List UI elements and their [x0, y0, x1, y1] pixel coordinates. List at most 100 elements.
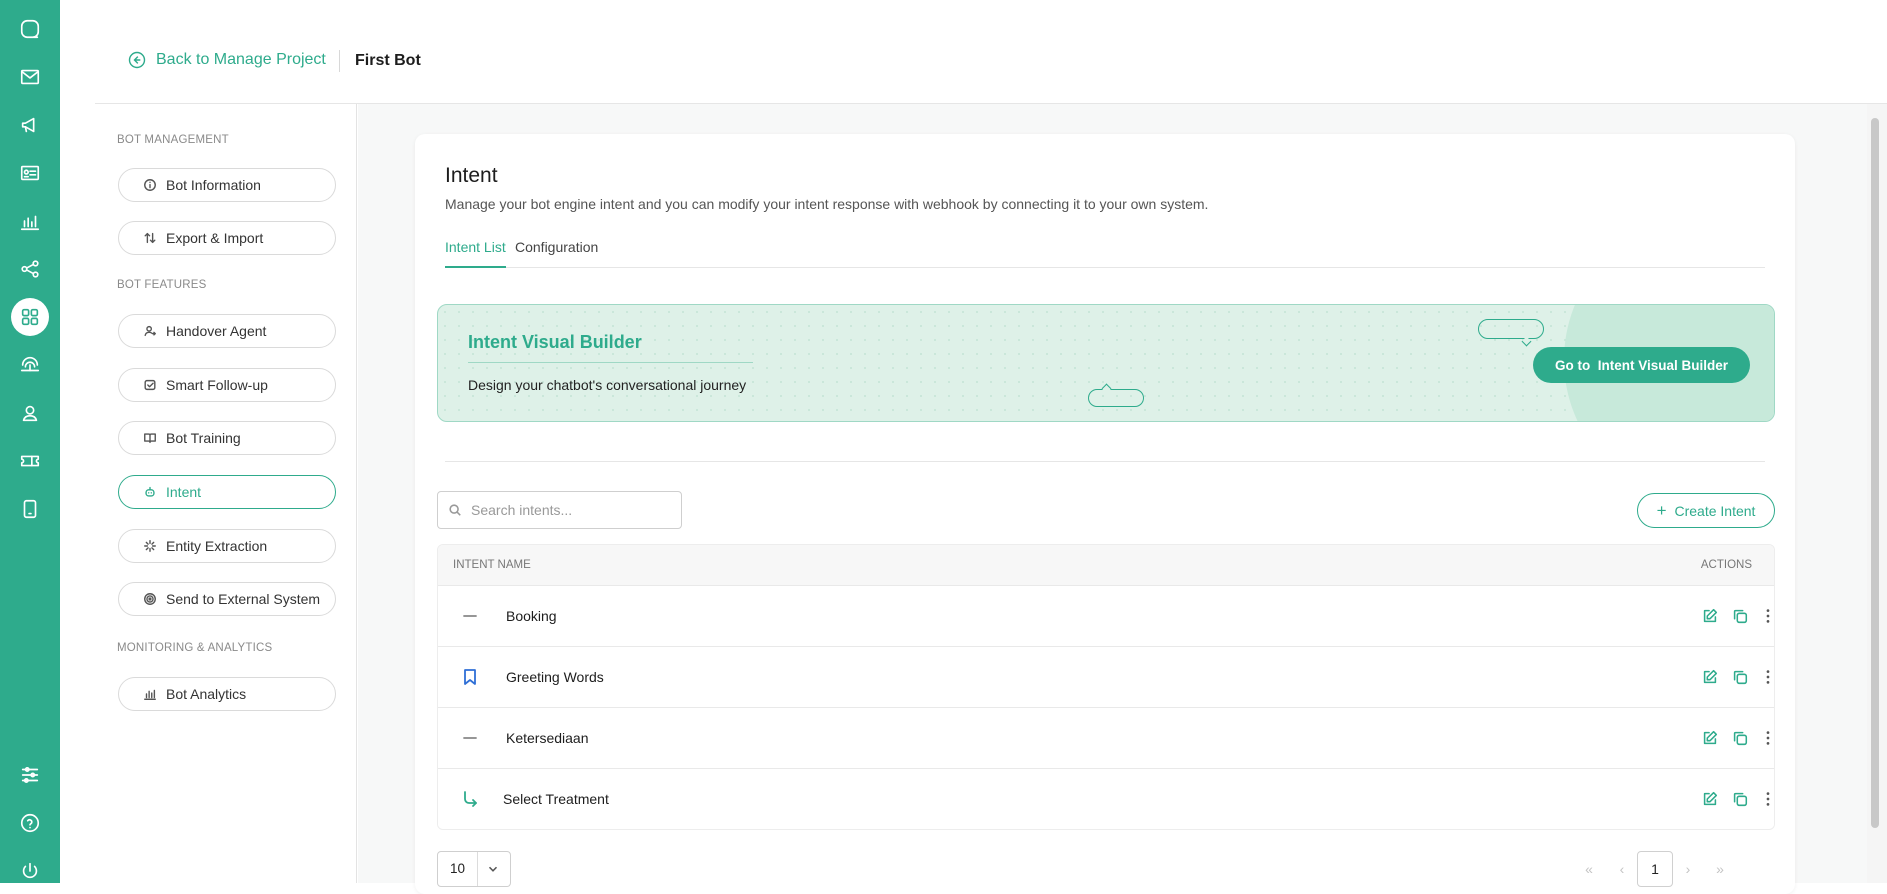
sidebar-item-label: Intent: [166, 484, 202, 500]
sidebar-item-bot-training[interactable]: Bot Training: [118, 421, 336, 455]
duplicate-icon[interactable]: [1731, 729, 1749, 747]
sidebar-item-label: Smart Follow-up: [166, 377, 268, 393]
intent-name[interactable]: Ketersediaan: [506, 730, 589, 746]
sidebar-item-label: Bot Training: [166, 430, 241, 446]
more-vertical-icon[interactable]: [1759, 668, 1774, 686]
first-page-icon[interactable]: «: [1571, 851, 1607, 887]
ticket-icon[interactable]: [15, 446, 45, 476]
chat-bubble-decoration: [1088, 389, 1144, 407]
table-row[interactable]: Greeting Words: [438, 646, 1774, 707]
create-intent-label: Create Intent: [1674, 502, 1756, 519]
banner-title: Intent Visual Builder: [468, 332, 642, 352]
power-icon[interactable]: [15, 856, 45, 886]
dash-icon: [460, 606, 480, 626]
intent-name[interactable]: Booking: [506, 608, 557, 624]
sub-arrow-icon: [460, 789, 480, 809]
table-row[interactable]: Select Treatment: [438, 768, 1774, 829]
intent-name[interactable]: Greeting Words: [506, 669, 604, 685]
duplicate-icon[interactable]: [1731, 668, 1749, 686]
sidebar-item-bot-information[interactable]: Bot Information: [118, 168, 336, 202]
help-icon[interactable]: [15, 808, 45, 838]
sidebar-item-label: Entity Extraction: [166, 538, 268, 554]
prev-page-icon[interactable]: ‹: [1604, 851, 1640, 887]
intent-visual-builder-banner: Intent Visual Builder Design your chatbo…: [437, 304, 1775, 422]
back-to-manage-project-link[interactable]: Back to Manage Project: [127, 50, 326, 70]
go-to-visual-builder-button[interactable]: Go to Intent Visual Builder: [1533, 347, 1750, 383]
sidebar-item-entity-extraction[interactable]: Entity Extraction: [118, 529, 336, 563]
share-icon[interactable]: [15, 254, 45, 284]
duplicate-icon[interactable]: [1731, 607, 1749, 625]
create-intent-button[interactable]: + Create Intent: [1637, 493, 1775, 528]
edit-icon[interactable]: [1701, 668, 1719, 686]
megaphone-icon[interactable]: [15, 110, 45, 140]
more-vertical-icon[interactable]: [1759, 790, 1774, 808]
breadcrumb-divider: [339, 50, 340, 72]
search-input[interactable]: [471, 502, 671, 518]
top-bar: Back to Manage Project First Bot: [95, 0, 1887, 104]
followup-icon: [144, 379, 156, 391]
banner-subtitle: Design your chatbot's conversational jou…: [468, 377, 747, 393]
tab-configuration[interactable]: Configuration: [515, 239, 598, 266]
arrow-left-circle-icon: [128, 51, 146, 69]
page-size-select[interactable]: 10: [437, 851, 511, 887]
edit-icon[interactable]: [1701, 790, 1719, 808]
user-icon: [144, 325, 156, 337]
table-row[interactable]: Ketersediaan: [438, 707, 1774, 768]
sidebar-item-smart-follow-up[interactable]: Smart Follow-up: [118, 368, 336, 402]
analytics-icon: [144, 689, 156, 700]
chart-icon[interactable]: [15, 206, 45, 236]
edit-icon[interactable]: [1701, 729, 1719, 747]
dash-icon: [460, 728, 480, 748]
sparkle-icon: [144, 540, 156, 552]
page-title: Intent: [445, 164, 498, 187]
page-size-value: 10: [438, 852, 478, 886]
apps-grid-icon[interactable]: [11, 298, 49, 336]
bot-icon: [145, 486, 155, 497]
column-header-actions: ACTIONS: [1700, 559, 1752, 571]
scrollbar-thumb[interactable]: [1871, 118, 1879, 828]
bot-name-title: First Bot: [355, 52, 421, 69]
duplicate-icon[interactable]: [1731, 790, 1749, 808]
section-title-bot-features: BOT FEATURES: [117, 279, 207, 291]
sidebar-item-send-to-external-system[interactable]: Send to External System: [118, 582, 336, 616]
contact-card-icon[interactable]: [15, 158, 45, 188]
sidebar-item-export-import[interactable]: Export & Import: [118, 221, 336, 255]
intent-table: INTENT NAME ACTIONS Booking Greeting Wor…: [437, 544, 1775, 830]
table-row[interactable]: Booking: [438, 585, 1774, 646]
plus-icon: +: [1656, 501, 1667, 520]
mail-icon[interactable]: [15, 62, 45, 92]
swap-icon: [144, 232, 156, 244]
section-title-bot-management: BOT MANAGEMENT: [117, 134, 229, 146]
app-rail: [0, 0, 60, 883]
table-header: INTENT NAME ACTIONS: [438, 545, 1774, 585]
sidebar-item-label: Bot Information: [166, 177, 261, 193]
broadcast-icon[interactable]: [15, 350, 45, 380]
chat-logo-icon[interactable]: [15, 14, 45, 44]
bot-settings-sidebar: BOT MANAGEMENT Bot Information Export & …: [95, 104, 357, 883]
section-divider: [445, 461, 1765, 462]
intent-name[interactable]: Select Treatment: [503, 791, 609, 807]
current-page[interactable]: 1: [1637, 851, 1673, 887]
column-header-intent-name: INTENT NAME: [453, 559, 531, 571]
sidebar-item-handover-agent[interactable]: Handover Agent: [118, 314, 336, 348]
sidebar-item-intent[interactable]: Intent: [118, 475, 336, 509]
next-page-icon[interactable]: ›: [1670, 851, 1706, 887]
chevron-down-icon: [488, 866, 498, 872]
banner-underline: [468, 362, 753, 363]
sidebar-item-label: Send to External System: [166, 591, 321, 607]
mobile-icon[interactable]: [15, 494, 45, 524]
settings-sliders-icon[interactable]: [15, 760, 45, 790]
sidebar-item-label: Handover Agent: [166, 323, 267, 339]
sidebar-item-bot-analytics[interactable]: Bot Analytics: [118, 677, 336, 711]
tab-intent-list[interactable]: Intent List: [445, 239, 506, 268]
bookmark-icon: [460, 667, 480, 687]
more-vertical-icon[interactable]: [1759, 729, 1774, 747]
agent-icon[interactable]: [15, 398, 45, 428]
edit-icon[interactable]: [1701, 607, 1719, 625]
intent-tabs: Intent List Configuration: [445, 232, 1765, 268]
chat-bubble-decoration: [1478, 319, 1544, 339]
more-vertical-icon[interactable]: [1759, 607, 1774, 625]
page-description: Manage your bot engine intent and you ca…: [445, 196, 1209, 212]
book-icon: [144, 433, 156, 444]
last-page-icon[interactable]: »: [1702, 851, 1738, 887]
